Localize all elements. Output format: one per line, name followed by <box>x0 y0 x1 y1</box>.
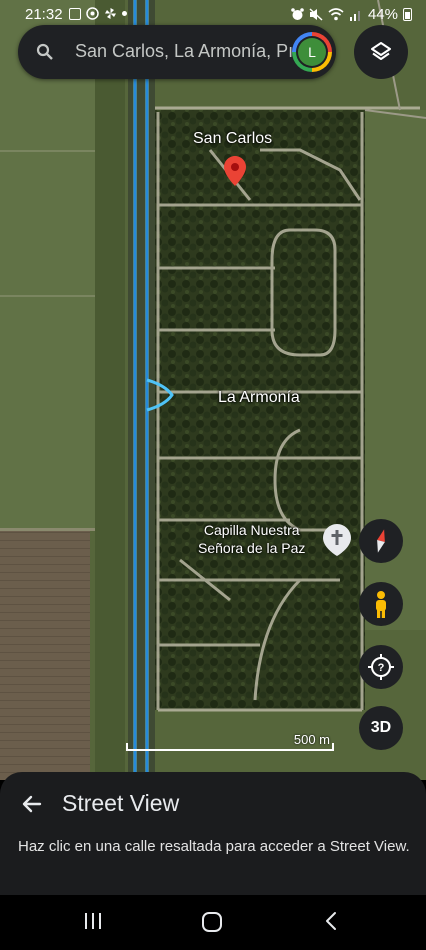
soccer-ball-icon <box>86 7 99 20</box>
my-location-button[interactable]: ? <box>359 645 403 689</box>
compass-icon <box>377 529 385 553</box>
sheet-title: Street View <box>62 790 180 816</box>
status-time: 21:32 <box>25 6 63 23</box>
recent-apps-icon[interactable] <box>83 911 103 931</box>
account-avatar[interactable]: L <box>292 32 332 72</box>
gallery-notification-icon <box>69 7 81 20</box>
system-navigation-bar <box>0 895 426 950</box>
notification-icons <box>69 7 127 20</box>
place-label-capilla-line1: Capilla Nuestra <box>203 522 300 538</box>
battery-icon <box>403 8 412 21</box>
place-label-capilla-line2: Señora de la Paz <box>198 540 306 556</box>
pegman-icon <box>376 591 386 618</box>
church-marker-icon[interactable] <box>323 524 351 556</box>
more-notifications-dot <box>122 11 127 16</box>
home-icon[interactable] <box>201 911 223 933</box>
svg-text:?: ? <box>378 662 385 674</box>
street-view-pegman-button[interactable] <box>359 582 403 626</box>
battery-percentage: 44% <box>367 6 398 23</box>
layers-button[interactable] <box>354 25 408 79</box>
scale-label: 500 m <box>293 732 330 747</box>
signal-icon <box>349 11 360 21</box>
avatar-initial: L <box>298 38 326 66</box>
search-icon[interactable] <box>36 43 54 61</box>
pinwheel-icon <box>105 8 116 19</box>
sheet-description: Haz clic en una calle resaltada para acc… <box>18 838 410 855</box>
wifi-icon <box>328 8 344 21</box>
scale-tick-right <box>332 743 334 751</box>
place-label-capilla[interactable]: Capilla Nuestra Señora de la Paz <box>198 521 305 557</box>
search-bar[interactable]: San Carlos, La Armonía, Pı L <box>18 25 336 79</box>
nav-back-icon[interactable] <box>322 911 342 931</box>
compass-button[interactable] <box>359 519 403 563</box>
street-view-sheet: Street View Haz clic en una calle resalt… <box>0 772 426 902</box>
map-scale-bar: 500 m <box>126 732 336 752</box>
back-arrow-icon[interactable] <box>20 792 44 816</box>
place-label-la-armonia[interactable]: La Armonía <box>218 389 300 407</box>
location-pin-icon[interactable] <box>224 156 246 186</box>
scale-tick-left <box>126 743 128 751</box>
alarm-icon <box>291 8 304 20</box>
3d-toggle-button[interactable]: 3D <box>359 706 403 750</box>
place-label-san-carlos[interactable]: San Carlos <box>193 130 272 148</box>
search-query-text[interactable]: San Carlos, La Armonía, Pı <box>75 41 299 62</box>
mute-icon <box>309 8 323 21</box>
layers-icon <box>371 42 391 60</box>
scale-line <box>126 749 334 751</box>
location-question-icon: ? <box>368 654 394 680</box>
status-bar: 21:32 44% <box>0 0 426 30</box>
system-icons: 44% <box>291 6 412 23</box>
